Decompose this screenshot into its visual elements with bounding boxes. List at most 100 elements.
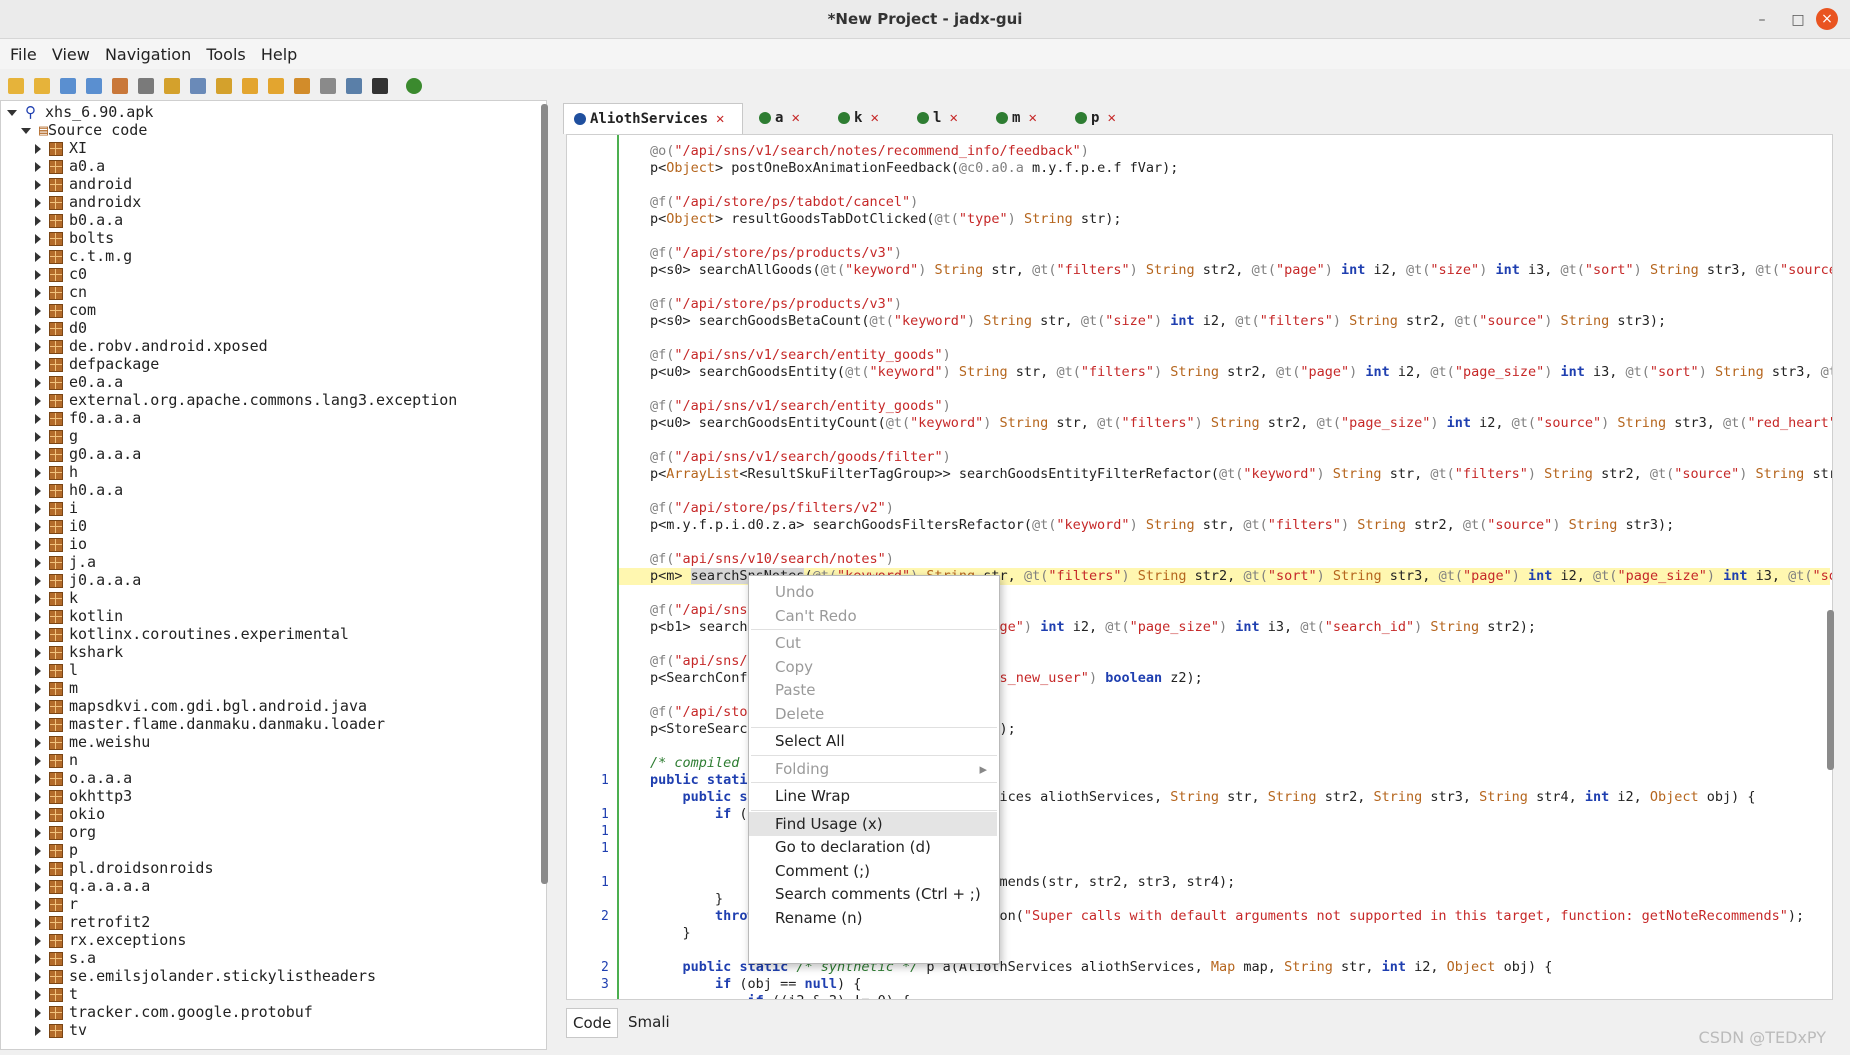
expand-arrow-icon[interactable] [35, 449, 41, 460]
expand-arrow-icon[interactable] [35, 143, 41, 154]
tab-aliothservices[interactable]: AliothServices ✕ [563, 103, 743, 134]
tree-package[interactable]: retrofit2 [35, 913, 150, 931]
decompile-all-icon[interactable] [294, 78, 310, 94]
tree-package[interactable]: external.org.apache.commons.lang3.except… [35, 391, 457, 409]
tree-package[interactable]: okhttp3 [35, 787, 132, 805]
tree-package[interactable]: h [35, 463, 78, 481]
context-menu-item[interactable]: Copy [749, 655, 997, 679]
search-class-icon[interactable] [190, 78, 206, 94]
tab-close-icon[interactable]: ✕ [1107, 110, 1115, 126]
tree-package[interactable]: rx.exceptions [35, 931, 186, 949]
expand-arrow-icon[interactable] [35, 539, 41, 550]
context-menu-item[interactable]: Search comments (Ctrl + ;) [749, 882, 997, 906]
expand-arrow-icon[interactable] [35, 359, 41, 370]
tree-package[interactable]: pl.droidsonroids [35, 859, 214, 877]
menu-tools[interactable]: Tools [206, 45, 245, 64]
tree-package[interactable]: defpackage [35, 355, 159, 373]
tree-package[interactable]: kotlin [35, 607, 123, 625]
menu-view[interactable]: View [52, 45, 90, 64]
context-menu-item[interactable]: Paste [749, 678, 997, 702]
tab-smali[interactable]: Smali [622, 1008, 676, 1036]
tree-package[interactable]: c0 [35, 265, 87, 283]
expand-arrow-icon[interactable] [35, 989, 41, 1000]
expand-arrow-icon[interactable] [35, 701, 41, 712]
tree-package[interactable]: p [35, 841, 78, 859]
expand-arrow-icon[interactable] [35, 503, 41, 514]
tree-package[interactable]: a0.a [35, 157, 105, 175]
tab-close-icon[interactable]: ✕ [1028, 110, 1036, 126]
tab-m[interactable]: m ✕ [996, 103, 1037, 133]
context-menu-item[interactable]: Delete [749, 702, 997, 726]
expand-arrow-icon[interactable] [35, 179, 41, 190]
expand-arrow-icon[interactable] [35, 827, 41, 838]
tree-package[interactable]: g [35, 427, 78, 445]
menu-file[interactable]: File [10, 45, 37, 64]
tree-package[interactable]: l [35, 661, 78, 679]
expand-arrow-icon[interactable] [35, 341, 41, 352]
expand-arrow-icon[interactable] [35, 197, 41, 208]
context-menu-item[interactable]: Select All [749, 729, 997, 753]
expand-arrow-icon[interactable] [35, 953, 41, 964]
expand-arrow-icon[interactable] [35, 413, 41, 424]
tree-package[interactable]: android [35, 175, 132, 193]
expand-arrow-icon[interactable] [35, 935, 41, 946]
tab-close-icon[interactable]: ✕ [716, 111, 724, 127]
expand-arrow-icon[interactable] [35, 971, 41, 982]
editor-scrollbar[interactable] [1827, 610, 1834, 770]
tab-close-icon[interactable]: ✕ [949, 110, 957, 126]
expand-arrow-icon[interactable] [35, 863, 41, 874]
expand-arrow-icon[interactable] [35, 611, 41, 622]
tree-package[interactable]: r [35, 895, 78, 913]
tree-package[interactable]: d0 [35, 319, 87, 337]
tree-package[interactable]: h0.a.a [35, 481, 123, 499]
tree-package[interactable]: k [35, 589, 78, 607]
context-menu-item[interactable]: Undo [749, 580, 997, 604]
tree-package[interactable]: XI [35, 139, 87, 157]
expand-arrow-icon[interactable] [35, 557, 41, 568]
tab-a[interactable]: a ✕ [759, 103, 800, 133]
tree-package[interactable]: c.t.m.g [35, 247, 132, 265]
save-all-icon[interactable] [86, 78, 102, 94]
tree-package[interactable]: m [35, 679, 78, 697]
open-file-icon[interactable] [8, 78, 24, 94]
tree-package[interactable]: bolts [35, 229, 114, 247]
expand-arrow-icon[interactable] [35, 485, 41, 496]
tree-package[interactable]: f0.a.a.a [35, 409, 141, 427]
tree-package[interactable]: s.a [35, 949, 96, 967]
tree-package[interactable]: mapsdkvi.com.gdi.bgl.android.java [35, 697, 367, 715]
tree-package[interactable]: okio [35, 805, 105, 823]
expand-arrow-icon[interactable] [35, 269, 41, 280]
tree-package[interactable]: i0 [35, 517, 87, 535]
expand-arrow-icon[interactable] [35, 377, 41, 388]
expand-arrow-icon[interactable] [35, 629, 41, 640]
tree-source-code[interactable]: ▤Source code [21, 121, 147, 139]
search-text-icon[interactable] [164, 78, 180, 94]
tree-package[interactable]: androidx [35, 193, 141, 211]
expand-arrow-icon[interactable] [35, 287, 41, 298]
expand-arrow-icon[interactable] [7, 109, 17, 116]
tree-package[interactable]: q.a.a.a.a [35, 877, 150, 895]
context-menu-item[interactable]: Can't Redo [749, 604, 997, 628]
maximize-icon[interactable]: □ [1788, 10, 1808, 30]
log-viewer-icon[interactable] [320, 78, 336, 94]
expand-arrow-icon[interactable] [35, 917, 41, 928]
context-menu-item[interactable]: Comment (;) [749, 859, 997, 883]
expand-arrow-icon[interactable] [35, 881, 41, 892]
tree-package[interactable]: b0.a.a [35, 211, 123, 229]
expand-arrow-icon[interactable] [35, 161, 41, 172]
menu-navigation[interactable]: Navigation [105, 45, 191, 64]
expand-arrow-icon[interactable] [35, 773, 41, 784]
expand-arrow-icon[interactable] [35, 665, 41, 676]
back-arrow-icon[interactable] [242, 78, 258, 94]
tree-package[interactable]: tracker.com.google.protobuf [35, 1003, 313, 1021]
tree-package[interactable]: kshark [35, 643, 123, 661]
context-menu-item[interactable]: Find Usage (x) [749, 811, 997, 836]
context-menu-item[interactable]: Line Wrap [749, 784, 997, 808]
add-file-icon[interactable] [34, 78, 50, 94]
tab-k[interactable]: k ✕ [838, 103, 879, 133]
tree-package[interactable]: t [35, 985, 78, 1003]
expand-arrow-icon[interactable] [35, 251, 41, 262]
tree-package[interactable]: n [35, 751, 78, 769]
tree-package[interactable]: com [35, 301, 96, 319]
tree-scrollbar[interactable] [541, 104, 548, 884]
